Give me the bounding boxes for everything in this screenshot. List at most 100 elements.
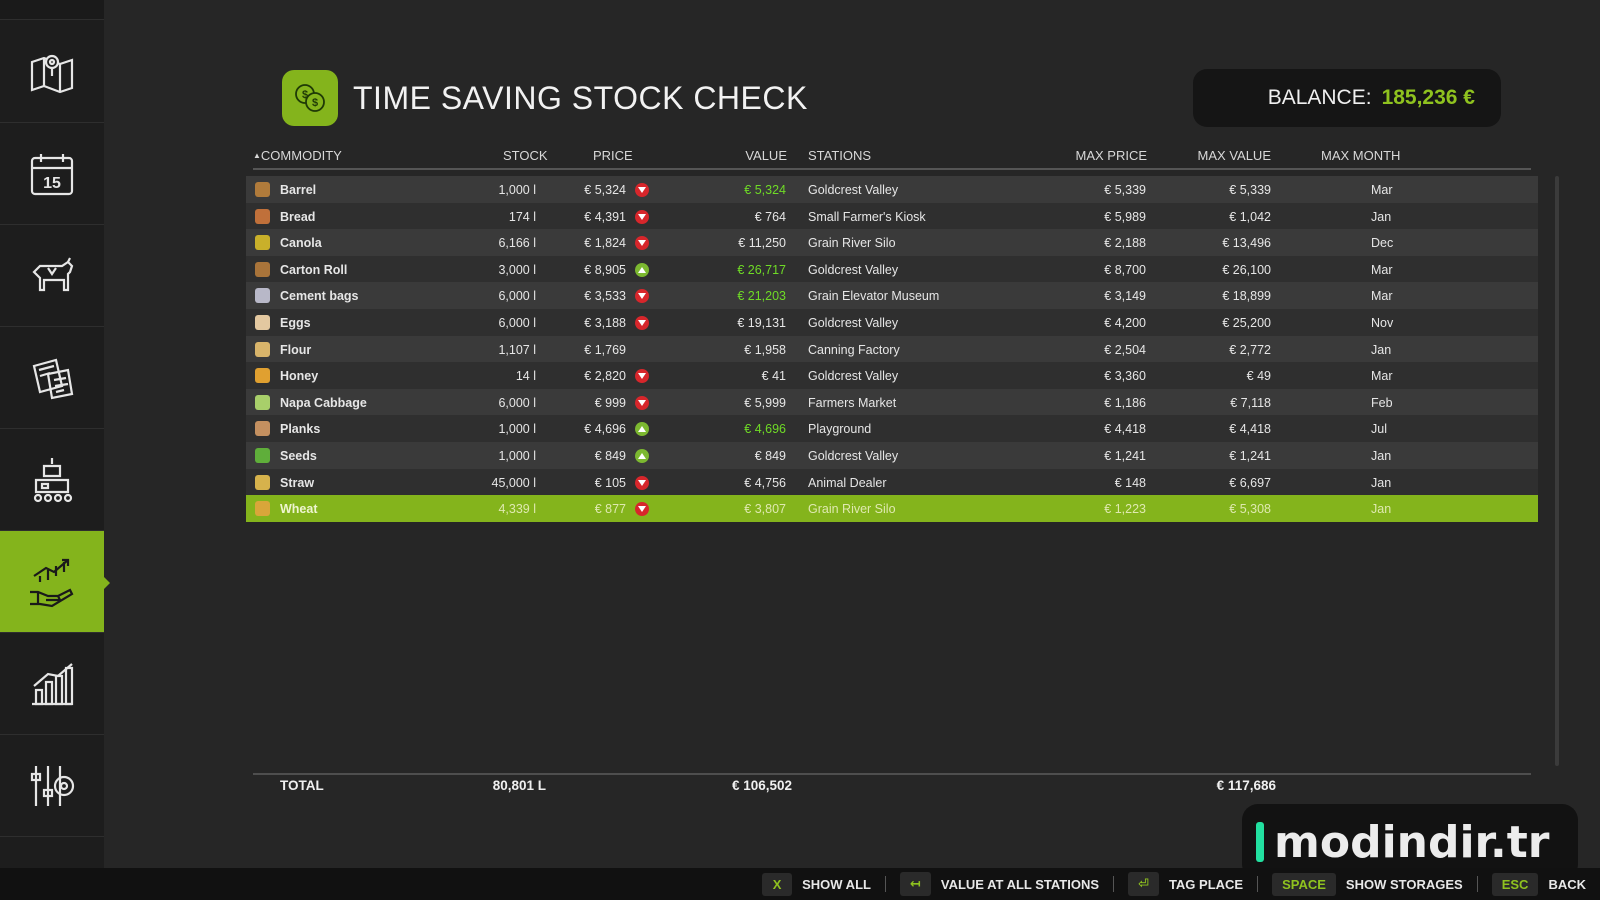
stock-check-logo: $ $ — [282, 70, 338, 126]
commodity-name: Bread — [280, 209, 316, 224]
table-row[interactable]: Honey 14 l € 2,820 € 41 Goldcrest Valley € 3,… — [246, 362, 1538, 389]
nav-calendar[interactable]: 15 — [0, 123, 104, 225]
hint-tag-place[interactable]: ⏎ TAG PLACE — [1128, 872, 1243, 896]
hint-separator — [1113, 876, 1115, 892]
column-stock[interactable]: STOCK — [503, 148, 548, 163]
price-down-icon — [635, 315, 649, 330]
nav-contracts[interactable] — [0, 327, 104, 429]
commodity-table: Barrel 1,000 l € 5,324 € 5,324 Goldcrest Val… — [246, 176, 1538, 522]
table-row[interactable]: Eggs 6,000 l € 3,188 € 19,131 Goldcrest Vall… — [246, 308, 1538, 336]
commodity-name: Napa Cabbage — [280, 395, 367, 410]
commodity-icon — [255, 421, 270, 437]
table-row[interactable]: Barrel 1,000 l € 5,324 € 5,324 Goldcrest Val… — [246, 176, 1538, 203]
column-stations[interactable]: STATIONS — [808, 148, 871, 163]
max-value-cell: € 4,418 — [1229, 422, 1271, 437]
stock-cell: 174 l — [508, 209, 536, 224]
station-cell: Small Farmer's Kiosk — [808, 209, 926, 224]
max-price-cell: € 2,504 — [1104, 342, 1146, 357]
max-value-cell: € 25,200 — [1222, 315, 1271, 330]
hint-back-label: BACK — [1548, 876, 1586, 892]
bottom-hint-bar: X SHOW ALL ↤ VALUE AT ALL STATIONS ⏎ TAG… — [0, 868, 1600, 900]
table-scrollbar[interactable] — [1555, 176, 1559, 766]
max-value-cell: € 2,772 — [1229, 342, 1271, 357]
hint-show-storages[interactable]: SPACE SHOW STORAGES — [1272, 872, 1463, 896]
max-month-cell: Jan — [1371, 475, 1392, 490]
price-cell: € 3,533 — [584, 289, 626, 304]
max-price-cell: € 4,418 — [1104, 422, 1146, 437]
nav-production[interactable] — [0, 429, 104, 531]
settings-icon — [30, 765, 75, 806]
price-up-icon — [635, 448, 649, 463]
hint-separator — [1257, 876, 1259, 892]
nav-settings[interactable] — [0, 735, 104, 837]
table-row[interactable]: Napa Cabbage 6,000 l € 999 € 5,999 Farmers M… — [246, 388, 1538, 416]
value-cell: € 4,756 — [744, 475, 786, 490]
price-down-icon — [635, 369, 649, 384]
price-down-icon — [635, 289, 649, 304]
price-cell: € 3,188 — [584, 315, 626, 330]
station-cell: Grain River Silo — [808, 502, 896, 517]
value-cell: € 3,807 — [744, 502, 786, 517]
max-value-cell: € 1,042 — [1229, 209, 1271, 224]
value-cell: € 11,250 — [738, 236, 786, 251]
max-price-cell: € 4,200 — [1104, 315, 1146, 330]
total-label: TOTAL — [280, 778, 324, 793]
column-price[interactable]: PRICE — [593, 148, 633, 163]
table-row[interactable]: Straw 45,000 l € 105 € 4,756 Animal Dealer € … — [246, 468, 1538, 496]
nav-prices[interactable] — [0, 531, 110, 633]
column-max-price[interactable]: MAX PRICE — [1053, 148, 1147, 163]
commodity-icon — [255, 368, 270, 384]
hint-show-storages-label: SHOW STORAGES — [1345, 876, 1463, 892]
commodity-icon — [255, 341, 270, 357]
table-row[interactable]: Planks 1,000 l € 4,696 € 4,696 Playground € 4… — [246, 415, 1538, 442]
commodity-icon — [255, 394, 270, 410]
commodity-name: Barrel — [280, 183, 317, 197]
key-space: SPACE — [1272, 872, 1336, 896]
nav-map[interactable] — [0, 21, 104, 123]
map-icon — [30, 54, 74, 93]
table-row[interactable]: Wheat 4,339 l € 877 € 3,807 Grain River Silo… — [246, 495, 1538, 522]
max-month-cell: Jan — [1371, 209, 1392, 224]
stock-cell: 45,000 l — [491, 475, 536, 490]
price-down-icon — [635, 502, 649, 517]
watermark-text: modindir.tr — [1274, 816, 1550, 868]
column-max-value[interactable]: MAX VALUE — [1173, 148, 1271, 163]
column-max-month[interactable]: MAX MONTH — [1321, 148, 1400, 163]
stock-cell: 3,000 l — [498, 262, 536, 277]
price-cell: € 105 — [594, 475, 626, 490]
hint-value-at-all-stations[interactable]: ↤ VALUE AT ALL STATIONS — [899, 872, 1099, 896]
key-esc: ESC — [1491, 872, 1539, 896]
table-row[interactable]: Bread 174 l € 4,391 € 764 Small Farmer's Kio… — [246, 202, 1538, 230]
hint-back[interactable]: ESC BACK — [1491, 872, 1586, 896]
stock-cell: 6,166 l — [498, 236, 536, 251]
max-month-cell: Mar — [1371, 262, 1393, 277]
price-up-icon — [635, 422, 649, 437]
stock-cell: 6,000 l — [498, 395, 536, 410]
hint-show-all[interactable]: X SHOW ALL — [762, 872, 871, 896]
value-cell: € 5,999 — [744, 395, 786, 410]
key-tab-icon: ↤ — [899, 872, 931, 896]
max-month-cell: Jul — [1371, 422, 1387, 437]
price-cell: € 8,905 — [584, 262, 626, 277]
table-row[interactable]: Seeds 1,000 l € 849 € 849 Goldcrest Valley € … — [246, 441, 1538, 469]
nav-statistics[interactable] — [0, 633, 104, 735]
max-price-cell: € 5,339 — [1104, 183, 1146, 197]
commodity-icon — [255, 314, 270, 330]
value-cell: € 26,717 — [737, 262, 786, 277]
commodity-name: Seeds — [280, 448, 317, 463]
stock-cell: 6,000 l — [498, 315, 536, 330]
max-month-cell: Mar — [1371, 183, 1393, 197]
price-cell: € 5,324 — [584, 183, 626, 197]
value-cell: € 5,324 — [744, 183, 786, 197]
table-row[interactable]: Carton Roll 3,000 l € 8,905 € 26,717 Goldcre… — [246, 255, 1538, 283]
nav-animals[interactable] — [0, 225, 104, 327]
production-icon — [33, 457, 73, 502]
commodity-name: Wheat — [280, 502, 318, 517]
column-value[interactable]: VALUE — [743, 148, 787, 163]
stock-cell: 4,339 l — [498, 502, 536, 517]
table-row[interactable]: Cement bags 6,000 l € 3,533 € 21,203 Grain E… — [246, 282, 1538, 309]
table-row[interactable]: Canola 6,166 l € 1,824 € 11,250 Grain River … — [246, 229, 1538, 256]
table-row[interactable]: Flour 1,107 l € 1,769 € 1,958 Canning Factor… — [246, 335, 1538, 363]
column-commodity[interactable]: ▲COMMODITY — [253, 148, 342, 163]
price-up-icon — [635, 262, 649, 277]
